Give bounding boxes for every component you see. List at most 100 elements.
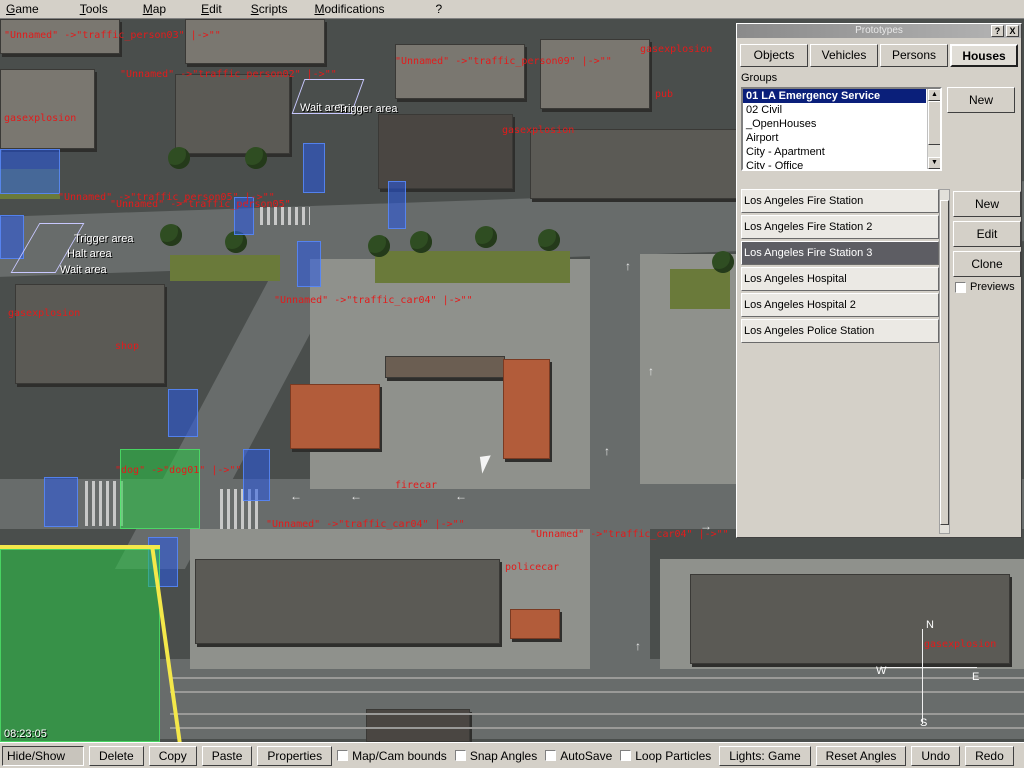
houses-list[interactable]: Los Angeles Fire Station Los Angeles Fir…	[741, 189, 939, 534]
autosave-checkbox[interactable]	[545, 750, 557, 761]
tree	[168, 147, 190, 169]
compass-ns-axis	[922, 629, 923, 724]
tree	[538, 229, 560, 251]
close-button[interactable]: X	[1006, 25, 1019, 37]
halt-area-label: Halt area	[67, 248, 112, 260]
undo-button[interactable]: Undo	[911, 745, 961, 766]
redo-button[interactable]: Redo	[965, 745, 1014, 766]
compass-e: E	[972, 671, 980, 683]
script-label: "Unnamed" ->"traffic_person09" |->""	[395, 56, 612, 67]
house-item[interactable]: Los Angeles Fire Station 2	[741, 215, 939, 239]
tab-vehicles[interactable]: Vehicles	[810, 44, 878, 67]
scroll-thumb[interactable]	[940, 200, 949, 525]
prototypes-titlebar[interactable]: Prototypes ? X	[737, 24, 1021, 38]
clone-prototype-button[interactable]: Clone	[953, 251, 1021, 277]
warehouse-south	[195, 559, 500, 644]
house-item[interactable]: Los Angeles Police Station	[741, 319, 939, 343]
compass-w: W	[876, 665, 887, 677]
trigger-box[interactable]	[388, 181, 406, 229]
road-arrow-icon: ←	[350, 489, 362, 503]
hide-show-button[interactable]: Hide/Show	[2, 745, 84, 766]
group-item[interactable]: _OpenHouses	[743, 117, 940, 131]
groups-list[interactable]: 01 LA Emergency Service 02 Civil _OpenHo…	[741, 87, 942, 171]
previews-label: Previews	[970, 281, 1015, 293]
map-cam-bounds-toggle[interactable]: Map/Cam bounds	[337, 749, 447, 763]
menu-edit[interactable]: Edit	[195, 0, 231, 19]
autosave-toggle[interactable]: AutoSave	[545, 749, 612, 763]
selected-area[interactable]	[0, 549, 160, 742]
help-button[interactable]: ?	[991, 25, 1004, 37]
house-item[interactable]: Los Angeles Hospital	[741, 267, 939, 291]
script-label: gasexplosion	[8, 308, 81, 319]
snap-angles-toggle[interactable]: Snap Angles	[454, 748, 538, 763]
tab-houses[interactable]: Houses	[950, 44, 1018, 67]
houses-scrollbar[interactable]	[939, 189, 950, 534]
script-label: "dog" ->"dog01" |->""	[115, 465, 242, 476]
script-label: "Unnamed" ->"traffic_person02" |->""	[120, 69, 337, 80]
properties-button[interactable]: Properties	[257, 745, 333, 766]
road-arrow-icon: ↑	[635, 639, 641, 653]
group-item[interactable]: City - Office	[743, 159, 940, 169]
previews-toggle[interactable]: Previews	[955, 281, 1015, 293]
copy-button[interactable]: Copy	[148, 745, 197, 766]
delete-button[interactable]: Delete	[89, 745, 144, 766]
house-item[interactable]: Los Angeles Fire Station 3	[741, 241, 939, 265]
groups-scrollbar[interactable]: ▲ ▼	[927, 89, 940, 169]
new-group-button[interactable]: New	[947, 87, 1015, 113]
lawn-east	[670, 269, 730, 309]
compass: N S E W	[870, 619, 980, 739]
trigger-box[interactable]	[0, 215, 24, 259]
menu-game[interactable]: Game	[0, 0, 48, 19]
map-cam-bounds-checkbox[interactable]	[337, 750, 349, 761]
road-arrow-icon: ↑	[648, 364, 654, 378]
trigger-box[interactable]	[44, 477, 78, 527]
script-label: "Unnamed" ->"traffic_car04" |->""	[274, 295, 473, 306]
scroll-down-icon[interactable]: ▼	[928, 157, 940, 169]
menu-scripts[interactable]: Scripts	[245, 0, 297, 19]
groups-label: Groups	[741, 72, 778, 84]
tab-persons[interactable]: Persons	[880, 44, 948, 67]
lights-button[interactable]: Lights: Game	[719, 745, 811, 766]
paste-button[interactable]: Paste	[201, 745, 253, 766]
menu-modifications[interactable]: Modifications	[308, 0, 393, 19]
reset-angles-button[interactable]: Reset Angles	[815, 745, 907, 766]
trigger-box[interactable]	[168, 389, 198, 437]
menu-help[interactable]: ?	[430, 0, 452, 19]
previews-checkbox[interactable]	[955, 281, 966, 293]
fire-station-arch	[385, 356, 505, 378]
loop-particles-toggle[interactable]: Loop Particles	[620, 749, 711, 763]
menubar: Game Tools Map Edit Scripts Modification…	[0, 0, 1024, 19]
trigger-box[interactable]	[303, 143, 325, 193]
map-cam-bounds-label: Map/Cam bounds	[352, 748, 447, 763]
house-item[interactable]: Los Angeles Fire Station	[741, 189, 939, 213]
trigger-box[interactable]	[243, 449, 270, 501]
loop-particles-checkbox[interactable]	[620, 750, 632, 761]
compass-s: S	[920, 717, 928, 729]
menu-map[interactable]: Map	[137, 0, 175, 19]
loop-particles-label: Loop Particles	[635, 748, 712, 763]
scroll-up-icon[interactable]: ▲	[928, 89, 940, 101]
group-item[interactable]: City - Apartment	[743, 145, 940, 159]
tab-objects[interactable]: Objects	[740, 44, 808, 67]
house-item[interactable]: Los Angeles Hospital 2	[741, 293, 939, 317]
group-item[interactable]: Airport	[743, 131, 940, 145]
snap-angles-checkbox[interactable]	[454, 750, 466, 761]
small-shop-roof	[510, 609, 560, 639]
script-label: gasexplosion	[4, 113, 77, 124]
building-nw	[0, 69, 95, 149]
edit-prototype-button[interactable]: Edit	[953, 221, 1021, 247]
snap-angles-label: Snap Angles	[469, 748, 538, 763]
script-label: gasexplosion	[640, 44, 713, 55]
fire-station-roof-left	[290, 384, 380, 449]
scroll-thumb[interactable]	[928, 101, 940, 145]
trigger-box[interactable]	[0, 149, 60, 194]
group-item[interactable]: 02 Civil	[743, 103, 940, 117]
trigger-box[interactable]	[297, 241, 321, 287]
dog-area[interactable]	[120, 449, 200, 529]
group-item[interactable]: 01 LA Emergency Service	[743, 89, 926, 103]
road-arrow-icon: ↑	[604, 444, 610, 458]
road-arrow-icon: ↑	[625, 259, 631, 273]
new-prototype-button[interactable]: New	[953, 191, 1021, 217]
menu-tools[interactable]: Tools	[74, 0, 117, 19]
selection-border	[0, 545, 160, 549]
